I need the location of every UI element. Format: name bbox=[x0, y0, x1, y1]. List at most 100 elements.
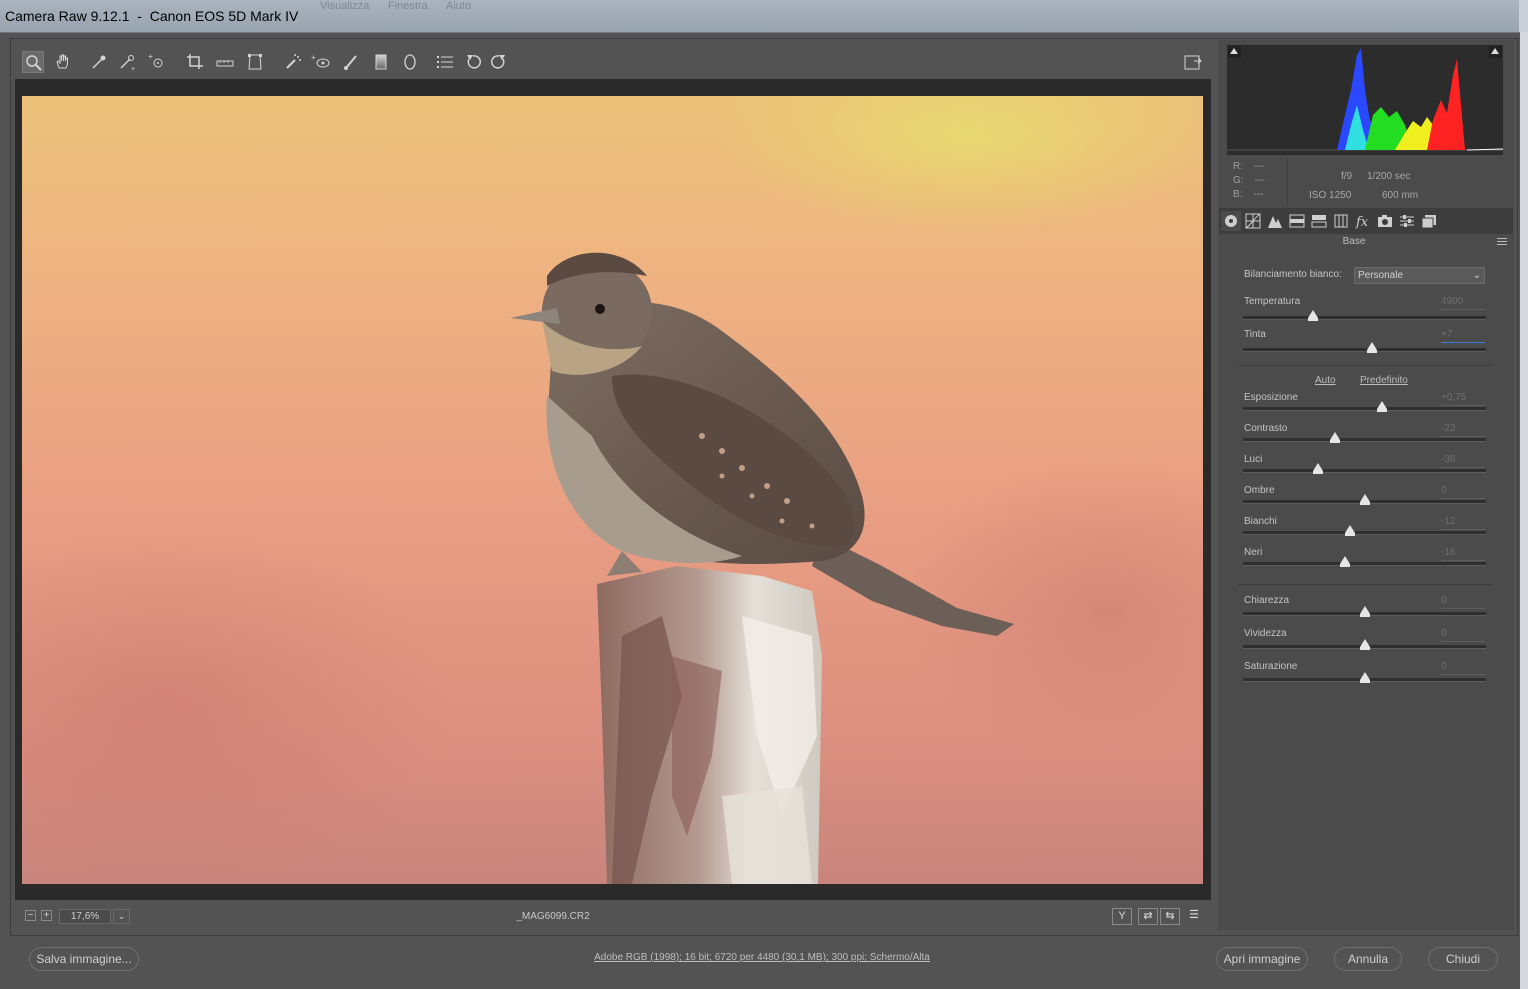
before-after-view-button[interactable]: Y bbox=[1112, 908, 1132, 925]
slider-value-field[interactable]: 4900 bbox=[1441, 296, 1485, 310]
rotate-right-icon[interactable] bbox=[488, 51, 510, 73]
focal-length: 600 mm bbox=[1382, 190, 1419, 201]
open-image-button[interactable]: Apri immagine bbox=[1216, 947, 1308, 971]
graduated-filter-icon[interactable] bbox=[370, 51, 392, 73]
photo-preview-image[interactable] bbox=[22, 96, 1203, 884]
slider-track[interactable] bbox=[1243, 438, 1486, 442]
slider-thumb[interactable] bbox=[1313, 463, 1324, 474]
slider-thumb[interactable] bbox=[1366, 342, 1377, 353]
slider-value-field[interactable]: 0 bbox=[1441, 628, 1485, 642]
panel-divider bbox=[1237, 584, 1492, 585]
straighten-icon[interactable] bbox=[214, 51, 236, 73]
white-balance-select[interactable]: Personale ⌄ bbox=[1354, 267, 1485, 284]
slider-label: Temperatura bbox=[1244, 296, 1301, 307]
blue-readout: B: --- bbox=[1233, 189, 1264, 200]
image-info: R: --- G: --- B: --- f/9 1/200 sec ISO 1… bbox=[1227, 158, 1512, 206]
slider-track[interactable] bbox=[1243, 348, 1486, 352]
lens-corrections-icon[interactable] bbox=[1331, 211, 1351, 231]
zoom-icon[interactable] bbox=[22, 51, 44, 73]
slider-label: Luci bbox=[1244, 454, 1263, 465]
iso: ISO 1250 bbox=[1309, 190, 1352, 201]
color-sampler-icon[interactable]: + bbox=[116, 51, 138, 73]
shutter-speed: 1/200 sec bbox=[1367, 171, 1411, 182]
basic-icon[interactable] bbox=[1221, 211, 1241, 231]
slider-value-field[interactable]: 0 bbox=[1441, 661, 1485, 675]
rgb-readout: R: --- G: --- B: --- bbox=[1233, 160, 1265, 202]
slider-label: Saturazione bbox=[1244, 661, 1298, 672]
red-eye-icon[interactable]: + bbox=[310, 51, 332, 73]
workflow-options-link[interactable]: Adobe RGB (1998); 16 bit; 6720 per 4480 … bbox=[400, 952, 1124, 963]
shadow-clipping-warning-icon[interactable] bbox=[1228, 45, 1241, 58]
panel-menu-icon[interactable] bbox=[1497, 238, 1507, 246]
rotate-left-icon[interactable] bbox=[462, 51, 484, 73]
bg-menu-help: Aiuto bbox=[446, 0, 472, 12]
slider-value-field[interactable]: +0,75 bbox=[1441, 392, 1485, 406]
transform-icon[interactable] bbox=[244, 51, 266, 73]
cancel-button[interactable]: Annulla bbox=[1334, 947, 1402, 971]
slider-thumb[interactable] bbox=[1330, 432, 1341, 443]
target-adjustment-icon[interactable]: + bbox=[146, 51, 168, 73]
window-edge bbox=[1519, 0, 1528, 32]
panel-tabs: fx bbox=[1219, 208, 1513, 234]
camera-calibration-icon[interactable] bbox=[1375, 211, 1395, 231]
slider-track[interactable] bbox=[1243, 469, 1486, 473]
slider-label: Chiarezza bbox=[1244, 595, 1290, 606]
white-balance-eyedropper-icon[interactable] bbox=[88, 51, 110, 73]
svg-text:+: + bbox=[131, 66, 135, 73]
slider-thumb[interactable] bbox=[1308, 310, 1319, 321]
highlight-clipping-warning-icon[interactable] bbox=[1489, 45, 1502, 58]
presets-icon[interactable] bbox=[1397, 211, 1417, 231]
slider-value-field[interactable]: -23 bbox=[1441, 423, 1485, 437]
slider-thumb[interactable] bbox=[1344, 525, 1355, 536]
svg-text:fx: fx bbox=[1355, 215, 1369, 230]
window-title: Camera Raw 9.12.1 - Canon EOS 5D Mark IV bbox=[5, 8, 299, 24]
slider-thumb[interactable] bbox=[1359, 606, 1370, 617]
save-image-button[interactable]: Salva immagine... bbox=[29, 947, 139, 971]
bg-menu-window: Finestra bbox=[388, 0, 428, 12]
default-button[interactable]: Predefinito bbox=[1360, 375, 1408, 386]
slider-value-field[interactable]: -16 bbox=[1441, 547, 1485, 561]
hand-icon[interactable] bbox=[52, 51, 74, 73]
preview-status-bar: − + 17,6% ⌄ _MAG6099.CR2 Y ⇄ ⇆ ☰ bbox=[15, 906, 1211, 928]
slider-thumb[interactable] bbox=[1359, 639, 1370, 650]
red-readout: R: --- bbox=[1233, 161, 1265, 172]
filename-label: _MAG6099.CR2 bbox=[516, 911, 590, 922]
detail-icon[interactable] bbox=[1265, 211, 1285, 231]
histogram bbox=[1227, 45, 1503, 155]
slider-value-field[interactable]: +7 bbox=[1441, 329, 1485, 343]
toolbar: + + + bbox=[16, 45, 1211, 77]
slider-track[interactable] bbox=[1243, 562, 1486, 566]
info-divider bbox=[1287, 158, 1288, 206]
toggle-settings-button[interactable]: ☰ bbox=[1184, 908, 1204, 925]
slider-value-field[interactable]: -12 bbox=[1441, 516, 1485, 530]
crop-icon[interactable] bbox=[184, 51, 206, 73]
slider-thumb[interactable] bbox=[1359, 494, 1370, 505]
slider-thumb[interactable] bbox=[1340, 556, 1351, 567]
slider-label: Tinta bbox=[1244, 329, 1266, 340]
swap-before-after-button[interactable]: ⇄ bbox=[1138, 908, 1158, 925]
slider-label: Ombre bbox=[1244, 485, 1275, 496]
slider-value-field[interactable]: 0 bbox=[1441, 595, 1485, 609]
background-window-edge bbox=[1520, 32, 1528, 989]
done-button[interactable]: Chiudi bbox=[1428, 947, 1498, 971]
copy-settings-button[interactable]: ⇆ bbox=[1160, 908, 1180, 925]
slider-value-field[interactable]: -38 bbox=[1441, 454, 1485, 468]
auto-button[interactable]: Auto bbox=[1315, 375, 1336, 386]
fullscreen-icon[interactable] bbox=[1182, 51, 1204, 73]
slider-value-field[interactable]: 0 bbox=[1441, 485, 1485, 499]
slider-label: Esposizione bbox=[1244, 392, 1298, 403]
slider-track[interactable] bbox=[1243, 531, 1486, 535]
preferences-icon[interactable] bbox=[434, 51, 456, 73]
adjustment-brush-icon[interactable] bbox=[340, 51, 362, 73]
hsl-icon[interactable] bbox=[1287, 211, 1307, 231]
snapshots-icon[interactable] bbox=[1419, 211, 1439, 231]
tone-curve-icon[interactable] bbox=[1243, 211, 1263, 231]
slider-thumb[interactable] bbox=[1376, 401, 1387, 412]
split-toning-icon[interactable] bbox=[1309, 211, 1329, 231]
spot-removal-icon[interactable] bbox=[282, 51, 304, 73]
radial-filter-icon[interactable] bbox=[399, 51, 421, 73]
slider-track[interactable] bbox=[1243, 316, 1486, 320]
slider-track[interactable] bbox=[1243, 407, 1486, 411]
slider-thumb[interactable] bbox=[1359, 672, 1370, 683]
effects-icon[interactable]: fx bbox=[1353, 211, 1373, 231]
